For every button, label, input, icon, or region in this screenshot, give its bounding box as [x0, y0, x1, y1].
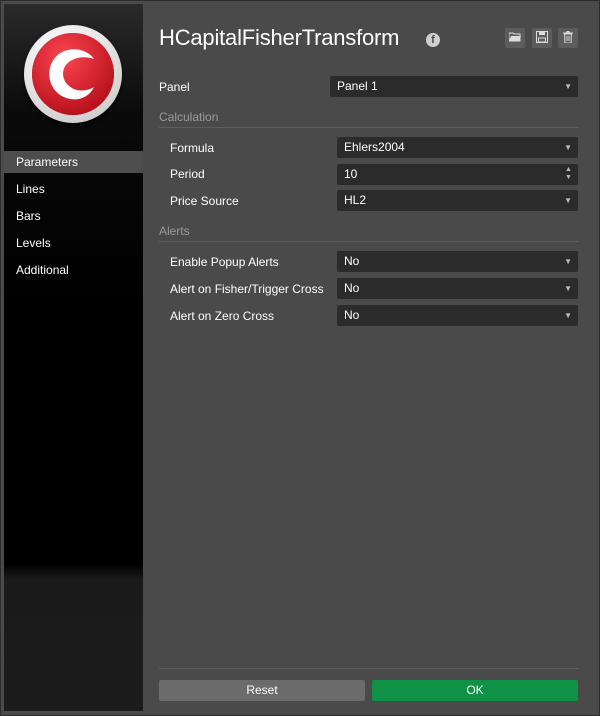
- formula-label: Formula: [170, 141, 215, 155]
- chevron-down-icon: ▼: [564, 143, 572, 152]
- popup-alerts-select[interactable]: No ▼: [337, 251, 578, 272]
- panel-label: Panel: [159, 80, 190, 94]
- popup-alerts-label: Enable Popup Alerts: [170, 255, 279, 269]
- folder-open-icon: [508, 31, 521, 45]
- page-title: HCapitalFisherTransform: [159, 25, 400, 50]
- sidebar-nav: Parameters Lines Bars Levels Additional: [4, 151, 143, 286]
- fisher-cross-label: Alert on Fisher/Trigger Cross: [170, 282, 324, 296]
- sidebar-item-additional[interactable]: Additional: [4, 259, 143, 281]
- save-icon: [536, 30, 548, 46]
- price-source-label: Price Source: [170, 194, 239, 208]
- sidebar-item-lines[interactable]: Lines: [4, 178, 143, 200]
- sidebar: Parameters Lines Bars Levels Additional: [4, 4, 143, 711]
- chevron-down-icon: ▼: [564, 311, 572, 320]
- price-source-select[interactable]: HL2 ▼: [337, 190, 578, 211]
- panel-select-value: Panel 1: [337, 79, 378, 93]
- panel-select[interactable]: Panel 1 ▼: [330, 76, 578, 97]
- fisher-cross-select-value: No: [344, 281, 360, 295]
- period-label: Period: [170, 167, 205, 181]
- sidebar-item-parameters[interactable]: Parameters: [4, 151, 143, 173]
- facebook-icon[interactable]: f: [426, 33, 440, 47]
- trash-icon: [563, 30, 573, 46]
- ok-button[interactable]: OK: [372, 680, 578, 701]
- period-input[interactable]: 10 ▲ ▼: [337, 164, 578, 185]
- formula-select-value: Ehlers2004: [344, 140, 405, 154]
- section-alerts: Alerts: [159, 224, 579, 242]
- zero-cross-label: Alert on Zero Cross: [170, 309, 275, 323]
- popup-alerts-select-value: No: [344, 254, 360, 268]
- sidebar-item-levels[interactable]: Levels: [4, 232, 143, 254]
- save-button[interactable]: [532, 28, 552, 48]
- app-logo: [24, 25, 122, 123]
- price-source-select-value: HL2: [344, 193, 367, 207]
- chevron-down-icon: ▼: [564, 82, 572, 91]
- zero-cross-select[interactable]: No ▼: [337, 305, 578, 326]
- delete-button[interactable]: [558, 28, 578, 48]
- sidebar-item-bars[interactable]: Bars: [4, 205, 143, 227]
- period-input-value: 10: [344, 167, 358, 181]
- open-button[interactable]: [505, 28, 525, 48]
- chevron-down-icon: ▼: [564, 257, 572, 266]
- section-calculation: Calculation: [159, 110, 579, 128]
- fisher-cross-select[interactable]: No ▼: [337, 278, 578, 299]
- stepper-arrows-icon[interactable]: ▲ ▼: [565, 166, 573, 182]
- zero-cross-select-value: No: [344, 308, 360, 322]
- chevron-down-icon: ▼: [564, 196, 572, 205]
- reset-button[interactable]: Reset: [159, 680, 365, 701]
- footer-divider: [159, 668, 579, 669]
- chevron-down-icon: ▼: [564, 284, 572, 293]
- settings-dialog: Parameters Lines Bars Levels Additional …: [0, 0, 600, 716]
- formula-select[interactable]: Ehlers2004 ▼: [337, 137, 578, 158]
